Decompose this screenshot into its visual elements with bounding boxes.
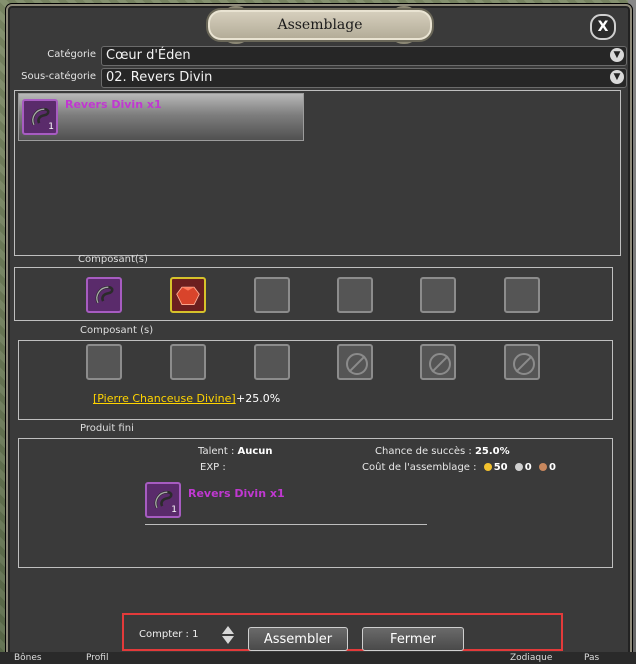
component-slot-2[interactable] [170,277,206,313]
recipe-item-slot: 1 [22,99,58,135]
cost-row: Coût de l'assemblage : 50 0 0 [362,462,556,473]
category-value: Cœur d'Éden [106,48,191,63]
chevron-down-icon[interactable]: ▼ [610,48,624,62]
optional-slot-2[interactable] [170,344,206,380]
components-label: Composant(s) [78,254,148,265]
talent-label: Talent : [198,446,235,457]
optional-slot-5 [420,344,456,380]
success-label: Chance de succès : [375,446,472,457]
product-label: Produit fini [80,423,134,434]
bronze-coin-icon [538,463,547,471]
component-slot-3[interactable] [254,277,290,313]
optional-components-label: Composant (s) [80,325,154,336]
bonus-item-link[interactable]: [Pierre Chanceuse Divine] [93,392,236,405]
cost-bronze: 0 [548,462,556,473]
subcategory-dropdown[interactable]: 02. Revers Divin ▼ [101,68,627,88]
recipe-item-name: Revers Divin x1 [65,98,162,111]
optional-slot-4 [337,344,373,380]
subcategory-label: Sous-catégorie [21,71,96,82]
exp-label: EXP : [200,462,226,473]
component-slot-6[interactable] [504,277,540,313]
optional-slot-1[interactable] [86,344,122,380]
silver-coin-icon [514,463,523,471]
talent-row: Talent : Aucun [198,446,273,457]
success-value: 25.0% [474,446,510,457]
hud-right-text-2[interactable]: Pas [584,653,599,663]
recipe-item[interactable]: 1 Revers Divin x1 [18,93,304,141]
game-hud-bottom: Bônes Profil Zodiaque Pas [0,652,636,664]
hud-middle-text[interactable]: Profil [86,653,108,663]
close-button[interactable]: Fermer [362,627,464,651]
category-label: Catégorie [47,49,96,60]
red-gem-icon [176,286,200,305]
result-row: 1 Revers Divin x1 [145,480,427,525]
stepper-up-icon[interactable] [222,626,234,634]
component-slot-4[interactable] [337,277,373,313]
assemble-button[interactable]: Assembler [248,627,348,651]
forbidden-icon [513,353,535,375]
success-row: Chance de succès : 25.0% [375,446,510,457]
component-slot-1[interactable] [86,277,122,313]
optional-slot-3[interactable] [254,344,290,380]
optional-slot-6 [504,344,540,380]
bonus-value: +25.0% [236,392,281,405]
close-icon[interactable]: X [590,14,616,40]
chevron-down-icon[interactable]: ▼ [610,70,624,84]
window-title: Assemblage [206,8,434,42]
recipe-item-qty: 1 [48,122,54,132]
result-item-name: Revers Divin x1 [188,487,285,500]
cost-gold: 50 [493,462,508,473]
count-label: Compter : 1 [139,629,199,640]
forbidden-icon [346,353,368,375]
result-item-slot[interactable]: 1 [145,482,181,518]
quantity-stepper[interactable] [221,625,235,647]
category-dropdown[interactable]: Cœur d'Éden ▼ [101,46,627,66]
forbidden-icon [429,353,451,375]
hud-right-text-1[interactable]: Zodiaque [510,653,552,663]
cost-label: Coût de l'assemblage : [362,462,477,473]
talent-value: Aucun [237,446,273,457]
subcategory-value: 02. Revers Divin [106,70,213,85]
revers-divin-icon [95,285,114,304]
result-item-qty: 1 [171,505,177,515]
component-slot-5[interactable] [420,277,456,313]
cost-silver: 0 [524,462,532,473]
hud-left-text[interactable]: Bônes [14,653,42,663]
gold-coin-icon [483,463,492,471]
stepper-down-icon[interactable] [222,636,234,644]
